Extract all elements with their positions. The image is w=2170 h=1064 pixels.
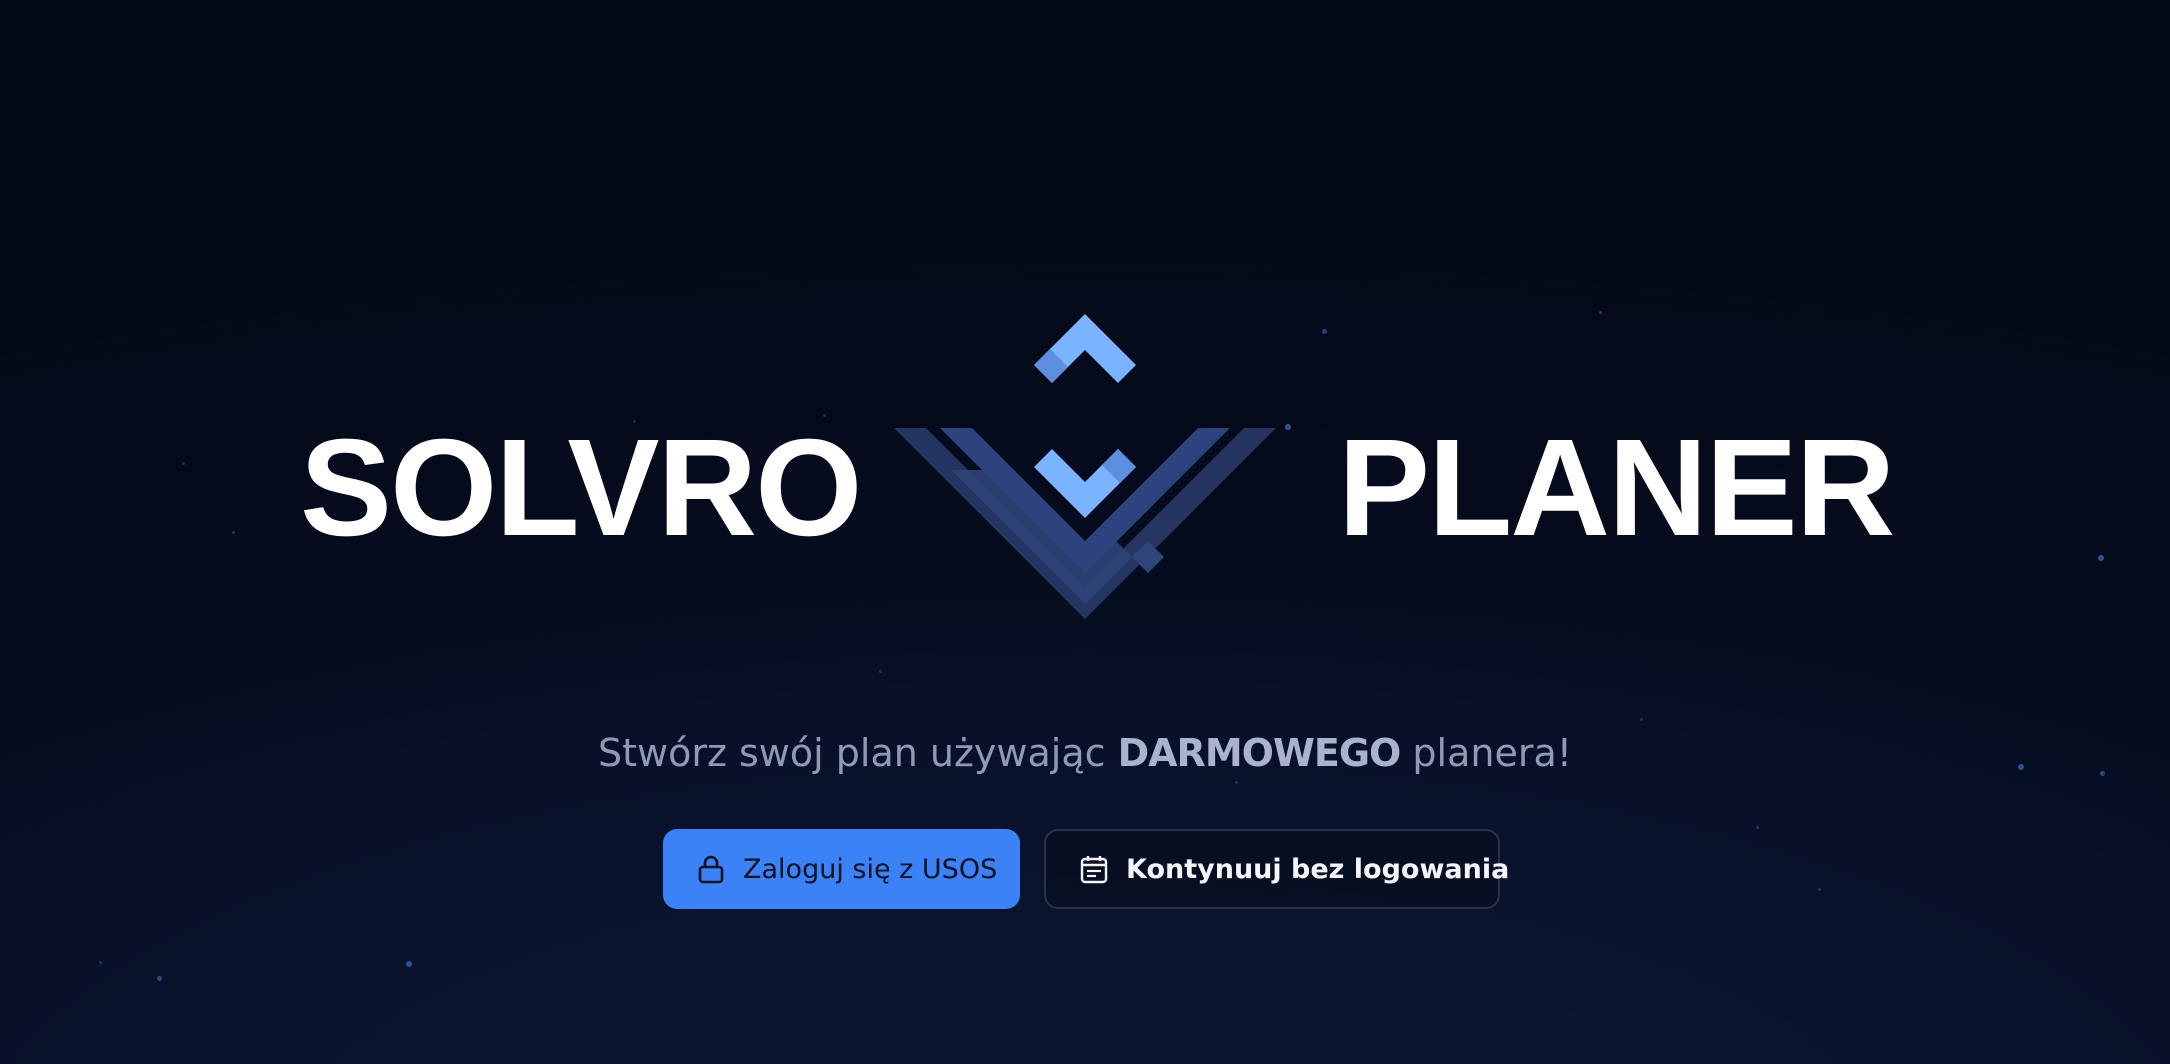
- star: [232, 531, 235, 534]
- tagline-emphasis: DARMOWEGO: [1117, 731, 1402, 775]
- tagline-text-start: Stwórz swój plan używając: [598, 731, 1118, 775]
- star: [1818, 888, 1821, 891]
- login-usos-label: Zaloguj się z USOS: [743, 853, 998, 885]
- hero-tagline: Stwórz swój plan używając DARMOWEGO plan…: [0, 728, 2170, 778]
- star: [2098, 555, 2104, 561]
- brand-left-word: SOLVRO: [300, 411, 862, 565]
- star: [1322, 329, 1327, 334]
- tagline-text-end: planera!: [1400, 731, 1572, 775]
- logo-s-shape: [1034, 314, 1136, 518]
- star: [879, 670, 882, 673]
- star: [406, 961, 412, 967]
- calendar-icon: [1078, 853, 1110, 885]
- continue-without-login-button[interactable]: Kontynuuj bez logowania: [1044, 829, 1509, 909]
- brand-right-word: PLANER: [1338, 411, 1895, 565]
- star: [157, 976, 162, 981]
- star: [99, 961, 102, 964]
- star: [1640, 718, 1643, 721]
- solvro-logo-icon: [894, 314, 1276, 619]
- login-usos-button[interactable]: Zaloguj się z USOS: [663, 829, 1020, 909]
- star: [182, 462, 185, 465]
- star: [1599, 311, 1602, 314]
- star: [1756, 826, 1759, 829]
- lock-icon: [695, 853, 727, 885]
- star: [1235, 781, 1238, 784]
- continue-without-login-label: Kontynuuj bez logowania: [1126, 853, 1510, 885]
